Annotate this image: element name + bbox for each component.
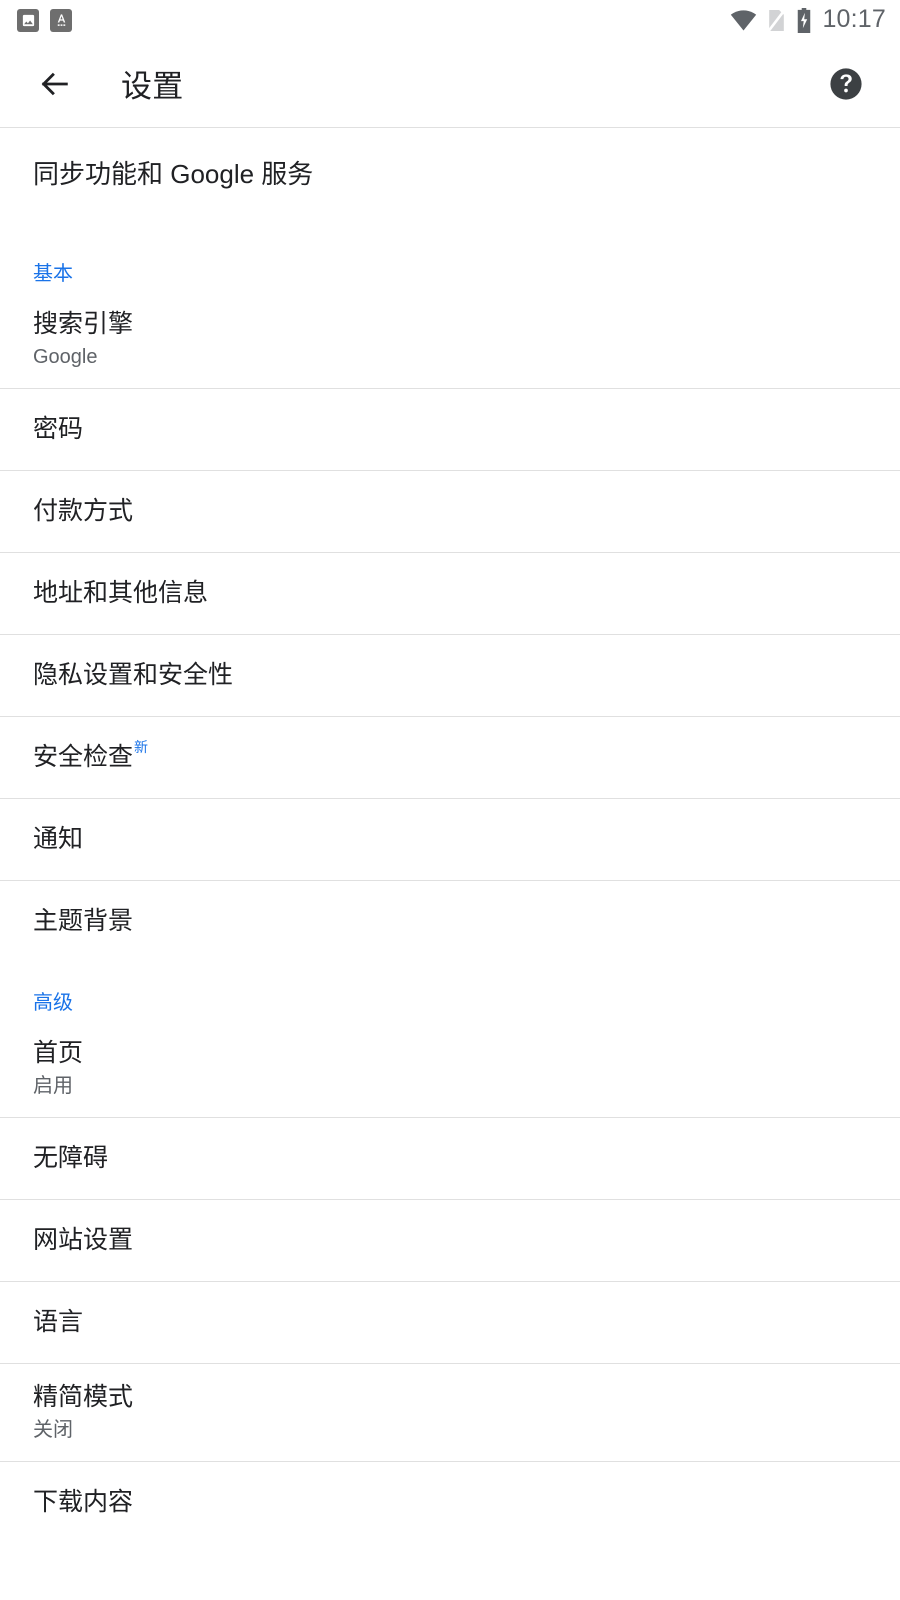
list-item-safety-check[interactable]: 安全检查新: [0, 717, 900, 798]
list-item-title: 密码: [33, 415, 84, 444]
list-item-downloads[interactable]: 下载内容: [0, 1462, 900, 1543]
list-item-title: 隐私设置和安全性: [33, 661, 234, 690]
settings-screen: 10:17 设置 同步功能和 Google 服务 基本 搜索引擎 Google …: [0, 0, 900, 1600]
list-item-notifications[interactable]: 通知: [0, 799, 900, 880]
list-item-label: 安全检查: [33, 743, 134, 772]
battery-charging-icon: [796, 7, 812, 33]
section-header-advanced-label: 高级: [33, 992, 73, 1014]
status-bar-system-icons: 10:17: [730, 4, 886, 34]
image-notification-icon: [17, 8, 39, 32]
page-title: 设置: [121, 69, 184, 104]
list-item-addresses[interactable]: 地址和其他信息: [0, 553, 900, 634]
section-header-basic: 基本: [0, 233, 900, 291]
list-item-title: 付款方式: [33, 497, 134, 526]
list-item-sync-and-google-services[interactable]: 同步功能和 Google 服务: [0, 128, 900, 209]
settings-list: 同步功能和 Google 服务 基本 搜索引擎 Google 密码 付款方式 地…: [0, 128, 900, 1600]
list-item-theme[interactable]: 主题背景: [0, 881, 900, 962]
list-item-homepage[interactable]: 首页 启用: [0, 1020, 900, 1117]
sync-services-title: 同步功能和 Google 服务: [33, 159, 314, 189]
wifi-icon: [730, 9, 757, 31]
section-header-advanced: 高级: [0, 962, 900, 1020]
back-arrow-icon[interactable]: [27, 56, 83, 112]
list-item-title: 首页: [33, 1039, 84, 1068]
no-sim-signal-icon: [767, 8, 786, 32]
list-item-title: 精简模式: [33, 1383, 134, 1412]
status-bar-clock: 10:17: [822, 4, 886, 33]
text-app-notification-icon: [50, 8, 72, 32]
list-item-title: 地址和其他信息: [33, 579, 209, 608]
list-item-title: 语言: [33, 1308, 84, 1337]
section-header-basic-label: 基本: [33, 263, 73, 285]
toolbar: 设置: [0, 40, 900, 128]
list-item-payment-methods[interactable]: 付款方式: [0, 471, 900, 552]
status-bar: 10:17: [0, 0, 900, 40]
list-item-title: 安全检查新: [33, 740, 867, 772]
list-item-privacy-and-security[interactable]: 隐私设置和安全性: [0, 635, 900, 716]
list-item-title: 搜索引擎: [33, 310, 134, 339]
list-item-title: 无障碍: [33, 1144, 109, 1173]
list-item-languages[interactable]: 语言: [0, 1282, 900, 1363]
list-item-title: 通知: [33, 825, 84, 854]
list-item-accessibility[interactable]: 无障碍: [0, 1118, 900, 1199]
list-item-site-settings[interactable]: 网站设置: [0, 1200, 900, 1281]
list-item-subtitle: Google: [33, 345, 98, 368]
list-item-title: 网站设置: [33, 1226, 134, 1255]
list-item-subtitle: 关闭: [33, 1418, 73, 1441]
help-circle-icon[interactable]: [820, 58, 872, 110]
status-bar-notifications: [17, 8, 72, 32]
list-item-search-engine[interactable]: 搜索引擎 Google: [0, 291, 900, 388]
list-item-title: 下载内容: [33, 1488, 134, 1517]
new-badge: 新: [134, 738, 149, 755]
list-item-passwords[interactable]: 密码: [0, 389, 900, 470]
list-item-subtitle: 启用: [33, 1074, 73, 1097]
list-item-title: 主题背景: [33, 907, 134, 936]
list-item-lite-mode[interactable]: 精简模式 关闭: [0, 1364, 900, 1461]
